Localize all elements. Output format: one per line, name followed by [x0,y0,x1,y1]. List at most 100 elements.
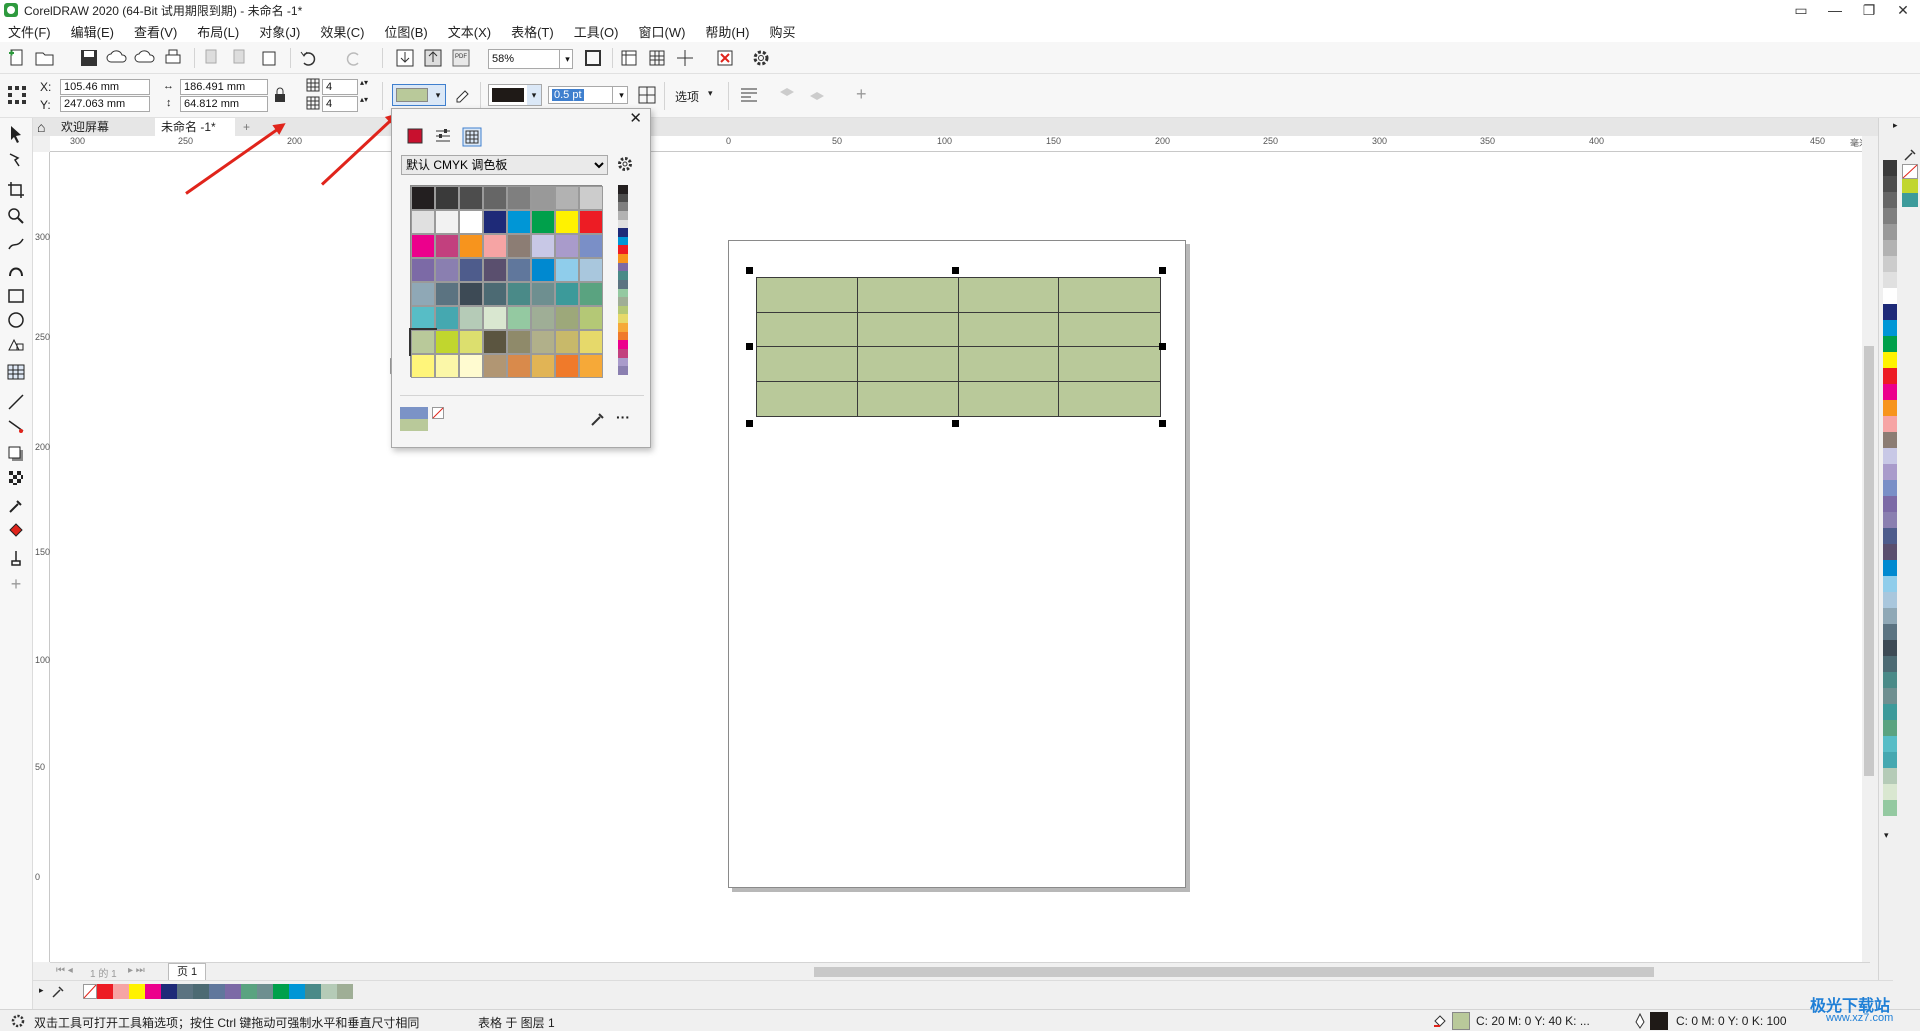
table-cell[interactable] [1059,382,1160,417]
color-swatch[interactable] [507,330,531,354]
shade-swatch[interactable] [618,323,628,332]
table-cell[interactable] [1059,313,1160,347]
recent-color-swatch[interactable] [400,419,428,431]
palette-swatch[interactable] [1883,768,1897,784]
home-icon[interactable]: ⌂ [35,118,53,136]
dimension-tool-icon[interactable] [6,392,26,412]
pick-tool-icon[interactable] [6,124,26,144]
cut-icon[interactable] [230,47,252,69]
color-swatch[interactable] [507,210,531,234]
palette-swatch[interactable] [1883,592,1897,608]
shade-swatch[interactable] [618,305,628,315]
table-cell[interactable] [857,312,959,347]
strip-swatch[interactable] [225,984,241,999]
options-label[interactable]: 选项 [675,88,699,105]
close-popup-button[interactable]: ✕ [629,109,642,127]
options-dropdown-arrow[interactable]: ▾ [708,88,713,99]
color-swatch[interactable] [411,258,435,282]
import-icon[interactable] [394,47,416,69]
color-swatch[interactable] [483,330,507,354]
palette-swatch[interactable] [1883,176,1897,192]
shade-swatch[interactable] [618,314,628,323]
zoom-dropdown[interactable]: ▾ [559,49,573,69]
palette-swatch[interactable] [1883,400,1897,416]
color-swatch[interactable] [411,354,435,378]
palette-swatch[interactable] [1883,560,1897,576]
color-sliders-icon[interactable] [434,127,452,145]
strip-swatch[interactable] [337,984,353,999]
rows-spinner[interactable]: ▴▾ [360,78,368,87]
palette-swatch[interactable] [1883,720,1897,736]
strip-swatch[interactable] [129,984,145,999]
account-icon[interactable]: ▭ [1784,0,1818,20]
selection-handle[interactable] [746,420,753,427]
add-icon[interactable]: + [856,84,867,105]
color-swatch[interactable] [411,282,435,306]
color-swatch[interactable] [555,234,579,258]
color-swatch[interactable] [531,354,555,378]
color-swatch[interactable] [579,234,603,258]
outline-dropdown-arrow[interactable]: ▾ [527,85,541,105]
table-cell[interactable] [757,381,858,416]
show-grid-icon[interactable] [646,47,668,69]
publish-pdf-icon[interactable]: PDF [450,47,472,69]
strip-swatch[interactable] [145,984,161,999]
to-back-icon[interactable] [806,84,828,106]
palette-swatch[interactable] [1883,304,1897,320]
more-options-icon[interactable]: ··· [616,409,630,425]
outline-width-field[interactable]: 0.5 pt [548,86,614,104]
palette-swatch[interactable] [1883,512,1897,528]
color-swatch[interactable] [409,328,437,356]
redo-icon[interactable] [342,47,364,69]
menu-layout[interactable]: 布局(L) [197,22,239,41]
lock-ratio-icon[interactable] [272,86,288,104]
color-swatch[interactable] [411,186,435,210]
palette-swatch[interactable] [1883,544,1897,560]
h-scroll-left[interactable] [792,965,798,977]
color-swatch[interactable] [483,282,507,306]
strip-swatches[interactable] [97,984,353,999]
save-icon[interactable] [78,47,100,69]
palette-swatch[interactable] [1883,448,1897,464]
palette-eyedropper-icon[interactable] [1903,148,1917,162]
color-swatch[interactable] [531,210,555,234]
palette-swatch[interactable] [1883,160,1897,176]
columns-field[interactable]: 4 [322,96,358,112]
shape-tool-icon[interactable] [6,150,26,170]
palette-select[interactable]: 默认 CMYK 调色板 [401,155,608,175]
palette-swatch[interactable] [1883,384,1897,400]
color-swatch[interactable] [435,330,459,354]
strip-swatch[interactable] [161,984,177,999]
page-nav-first-icon[interactable]: ⏮ ◂ [56,965,73,976]
outline-color-picker[interactable]: ▾ [488,84,542,106]
table-cell[interactable] [958,312,1060,347]
palette-swatch[interactable] [1883,464,1897,480]
outline-width-dropdown[interactable]: ▾ [612,86,628,104]
strip-swatch[interactable] [177,984,193,999]
color-swatch[interactable] [435,306,459,330]
palette-swatch[interactable] [1883,208,1897,224]
menu-buy[interactable]: 购买 [769,22,795,41]
strip-swatch[interactable] [97,984,113,999]
menu-text[interactable]: 文本(X) [448,22,491,41]
no-color-icon[interactable] [432,407,444,419]
palette-swatch[interactable] [1883,224,1897,240]
strip-eyedropper-icon[interactable] [51,985,65,999]
height-field[interactable]: 64.812 mm [180,96,268,112]
palette-swatch[interactable] [1883,752,1897,768]
color-swatch[interactable] [483,306,507,330]
shade-swatch[interactable] [618,331,628,341]
minimize-button[interactable]: — [1818,0,1852,20]
color-swatch[interactable] [555,306,579,330]
table-cell[interactable] [857,278,959,313]
columns-spinner[interactable]: ▴▾ [360,95,368,104]
export-icon[interactable] [422,47,444,69]
print-icon[interactable] [162,47,184,69]
strip-swatch[interactable] [289,984,305,999]
palette-swatch[interactable] [1883,336,1897,352]
rectangle-tool-icon[interactable] [6,286,26,306]
color-swatch[interactable] [411,210,435,234]
color-swatch[interactable] [459,282,483,306]
palette-settings-gear-icon[interactable] [616,155,634,173]
palette-swatch[interactable] [1883,640,1897,656]
